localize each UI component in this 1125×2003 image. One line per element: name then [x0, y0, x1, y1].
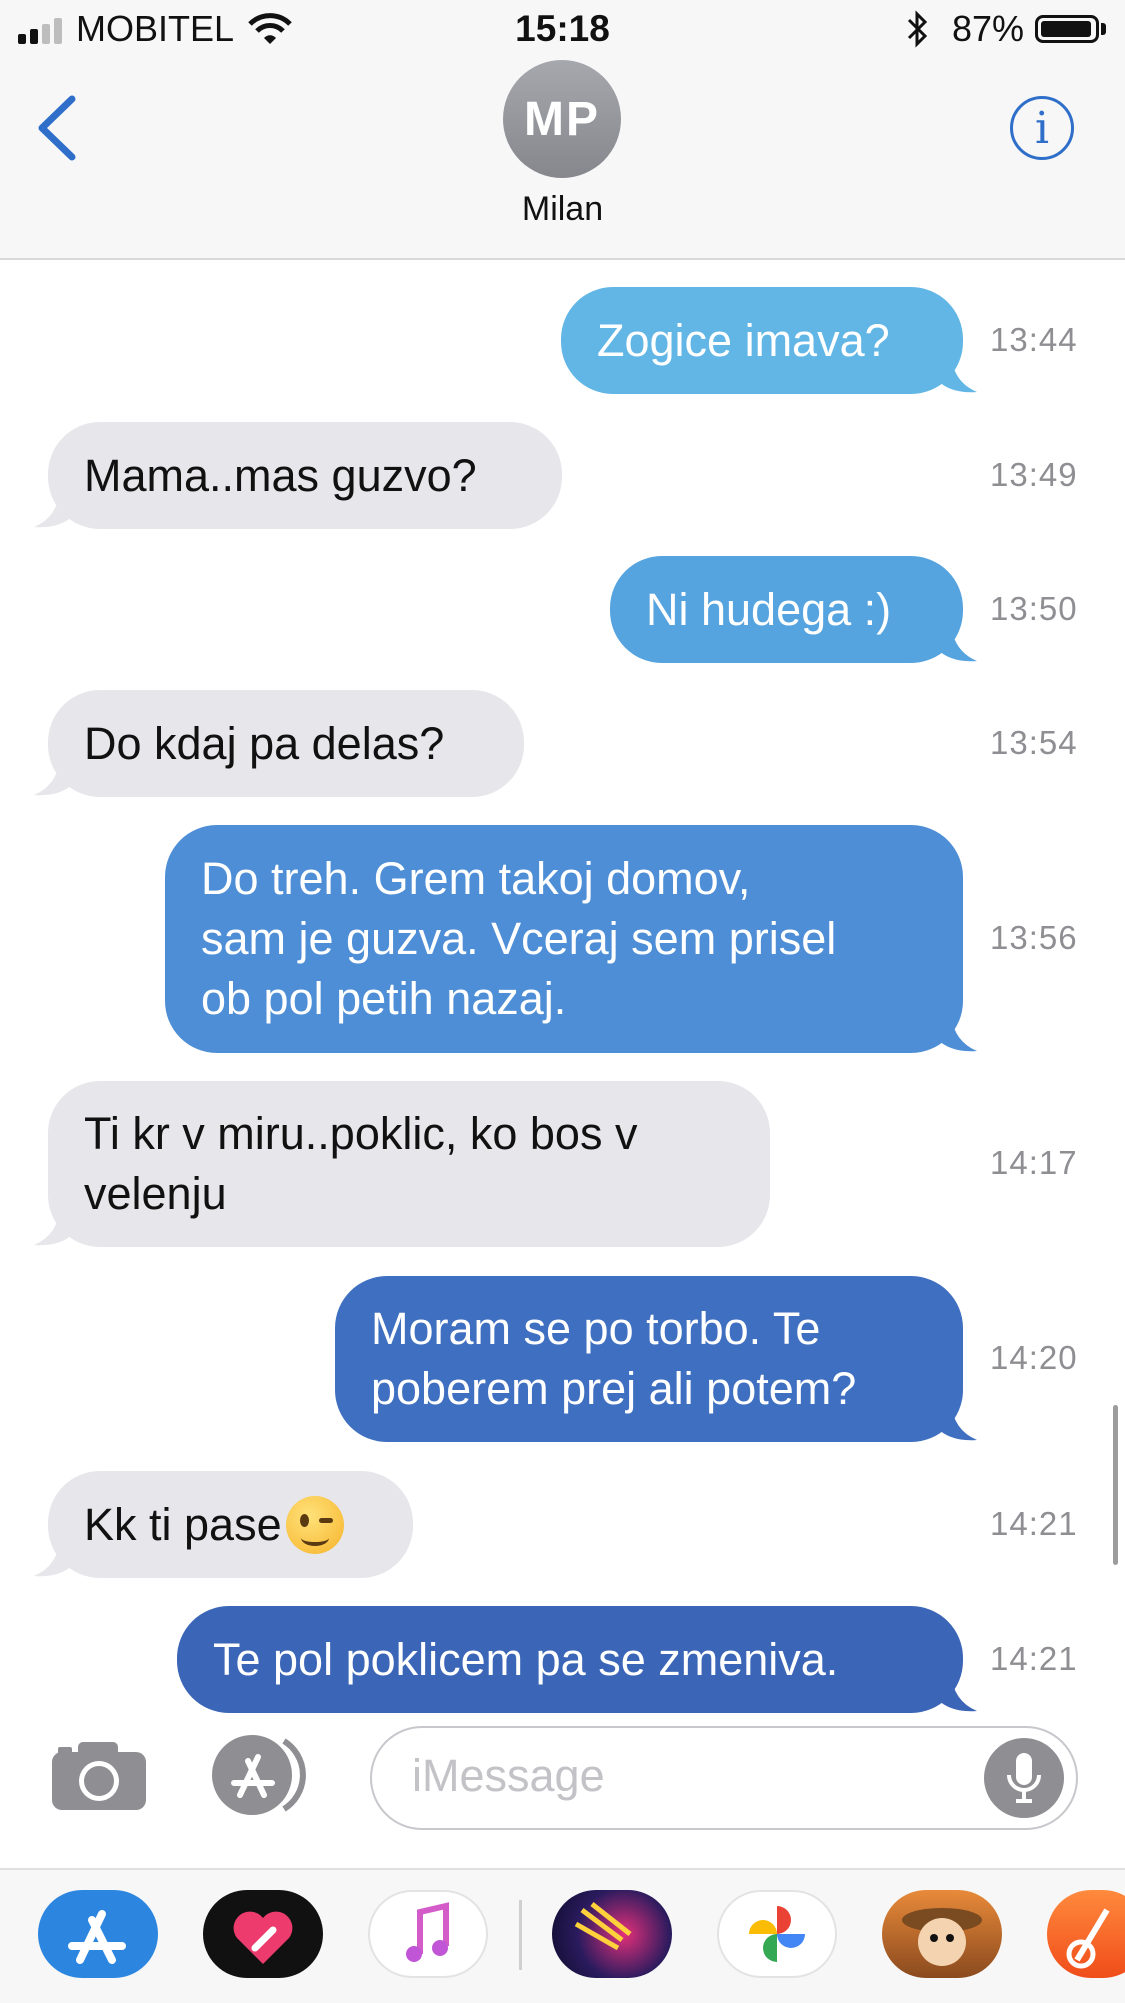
- incoming-message-bubble[interactable]: Mama..mas guzvo?: [48, 422, 562, 529]
- battery-icon: [1035, 15, 1099, 43]
- incoming-message-bubble[interactable]: Kk ti pase: [48, 1471, 413, 1578]
- bubble-tail: [34, 1207, 74, 1246]
- back-chevron-icon[interactable]: [34, 95, 78, 161]
- message-text: Te pol poklicem pa se zmeniva.: [213, 1633, 839, 1685]
- bubble-tail: [34, 489, 74, 528]
- message-timestamp: 14:20: [990, 1339, 1078, 1376]
- message-text: Zogice imava?: [597, 314, 890, 366]
- south-park-game-app-icon[interactable]: [882, 1890, 1002, 1978]
- incoming-message-bubble[interactable]: Ti kr v miru..poklic, ko bos v velenju: [48, 1081, 770, 1247]
- message-timestamp: 14:21: [990, 1639, 1078, 1677]
- camera-icon[interactable]: [50, 1740, 148, 1812]
- battery-percentage: 87%: [952, 8, 1025, 49]
- outgoing-message-bubble[interactable]: Moram se po torbo. Te poberem prej ali p…: [335, 1276, 963, 1442]
- message-text: Do kdaj pa delas?: [84, 717, 445, 769]
- message-input-placeholder: iMessage: [412, 1750, 605, 1801]
- google-photos-app-icon[interactable]: [717, 1890, 837, 1978]
- message-text: Moram se po torbo. Te poberem prej ali p…: [371, 1303, 857, 1414]
- app-drawer: [0, 1868, 1125, 2003]
- garageband-app-icon[interactable]: [1047, 1890, 1125, 1978]
- contact-name[interactable]: Milan: [0, 190, 1125, 229]
- incoming-message-bubble[interactable]: Do kdaj pa delas?: [48, 690, 524, 797]
- message-timestamp: 13:44: [990, 320, 1078, 358]
- darts-game-app-icon[interactable]: [552, 1890, 672, 1978]
- app-store-button-icon[interactable]: [210, 1733, 308, 1817]
- message-text: Ti kr v miru..poklic, ko bos v velenju: [84, 1108, 638, 1219]
- bluetooth-icon: [907, 10, 928, 48]
- contact-avatar[interactable]: MP: [503, 60, 621, 178]
- bubble-tail: [937, 354, 977, 393]
- bubble-tail: [34, 757, 74, 796]
- music-app-icon[interactable]: [368, 1890, 488, 1978]
- microphone-icon[interactable]: [984, 1738, 1064, 1818]
- outgoing-message-bubble[interactable]: Zogice imava?: [561, 287, 963, 394]
- message-input[interactable]: iMessage: [370, 1726, 1078, 1830]
- message-timestamp: 13:56: [990, 919, 1078, 956]
- message-text: Ni hudega :): [646, 583, 892, 635]
- message-timestamp: 14:17: [990, 1144, 1078, 1181]
- bubble-tail: [937, 1013, 977, 1052]
- digital-touch-app-icon[interactable]: [203, 1890, 323, 1978]
- message-text: Kk ti pase: [84, 1498, 282, 1550]
- status-bar: MOBITEL 15:18 87%: [0, 0, 1125, 62]
- message-timestamp: 13:50: [990, 589, 1078, 627]
- outgoing-message-bubble[interactable]: Do treh. Grem takoj domov, sam je guzva.…: [165, 825, 963, 1053]
- outgoing-message-bubble[interactable]: Te pol poklicem pa se zmeniva.: [177, 1606, 963, 1713]
- message-timestamp: 13:49: [990, 455, 1078, 493]
- battery-tip: [1101, 23, 1106, 35]
- bubble-tail: [34, 1538, 74, 1577]
- message-text: Do treh. Grem takoj domov, sam je guzva.…: [201, 853, 837, 1024]
- bubble-tail: [937, 1673, 977, 1712]
- scrollbar[interactable]: [1113, 1405, 1118, 1565]
- message-timestamp: 13:54: [990, 723, 1078, 761]
- info-icon[interactable]: i: [1010, 96, 1074, 160]
- navigation-header: MOBITEL 15:18 87% MP Milan i: [0, 0, 1125, 260]
- message-text: Mama..mas guzvo?: [84, 449, 477, 501]
- outgoing-message-bubble[interactable]: Ni hudega :): [610, 556, 963, 663]
- message-timestamp: 14:21: [990, 1504, 1078, 1542]
- drawer-separator: [519, 1900, 522, 1970]
- bubble-tail: [937, 623, 977, 662]
- winking-face-emoji-icon: [285, 1495, 344, 1554]
- app-store-app-icon[interactable]: [38, 1890, 158, 1978]
- bubble-tail: [937, 1402, 977, 1441]
